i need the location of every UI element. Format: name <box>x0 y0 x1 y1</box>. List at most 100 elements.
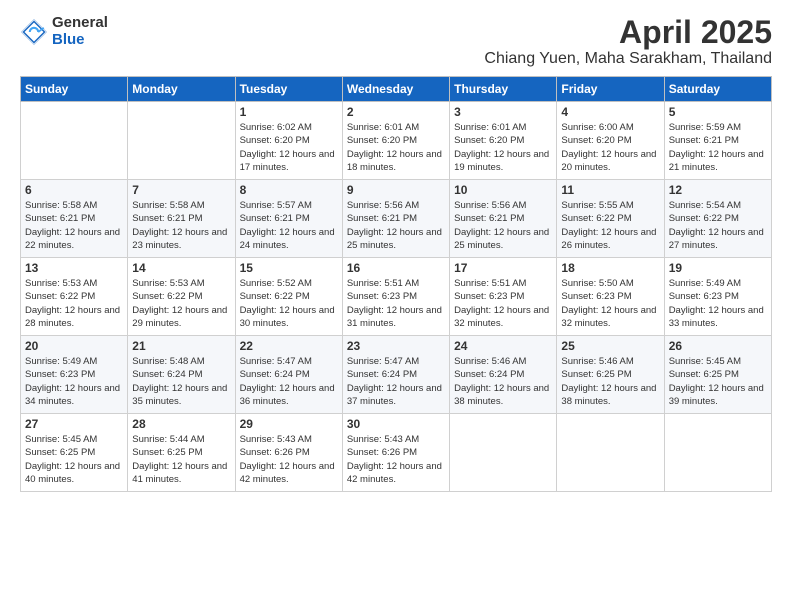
day-info: Sunrise: 5:44 AMSunset: 6:25 PMDaylight:… <box>132 433 230 486</box>
day-number: 3 <box>454 105 552 119</box>
calendar-cell: 23 Sunrise: 5:47 AMSunset: 6:24 PMDayligh… <box>342 336 449 414</box>
day-info: Sunrise: 5:43 AMSunset: 6:26 PMDaylight:… <box>240 433 338 486</box>
calendar-cell: 15Sunrise: 5:52 AMSunset: 6:22 PMDayligh… <box>235 258 342 336</box>
day-info: Sunrise: 5:56 AMSunset: 6:21 PMDaylight:… <box>347 199 445 252</box>
col-header-saturday: Saturday <box>664 77 771 102</box>
calendar-cell: 27 Sunrise: 5:45 AMSunset: 6:25 PMDayligh… <box>21 414 128 492</box>
day-info: Sunrise: 5:53 AMSunset: 6:22 PMDaylight:… <box>25 277 123 330</box>
day-info: Sunrise: 5:59 AMSunset: 6:21 PMDaylight:… <box>669 121 767 174</box>
week-row-5: 27 Sunrise: 5:45 AMSunset: 6:25 PMDayligh… <box>21 414 772 492</box>
day-number: 28 <box>132 417 230 431</box>
day-info: Sunrise: 5:54 AMSunset: 6:22 PMDaylight:… <box>669 199 767 252</box>
calendar-cell <box>664 414 771 492</box>
week-row-2: 6 Sunrise: 5:58 AMSunset: 6:21 PMDaylight… <box>21 180 772 258</box>
day-info: Sunrise: 5:47 AMSunset: 6:24 PMDaylight:… <box>347 355 445 408</box>
day-info: Sunrise: 6:01 AMSunset: 6:20 PMDaylight:… <box>454 121 552 174</box>
day-number: 18 <box>561 261 659 275</box>
calendar-cell: 14Sunrise: 5:53 AMSunset: 6:22 PMDayligh… <box>128 258 235 336</box>
calendar-cell <box>128 102 235 180</box>
calendar-cell: 29 Sunrise: 5:43 AMSunset: 6:26 PMDayligh… <box>235 414 342 492</box>
col-header-tuesday: Tuesday <box>235 77 342 102</box>
calendar-cell: 1Sunrise: 6:02 AMSunset: 6:20 PMDaylight… <box>235 102 342 180</box>
day-info: Sunrise: 5:56 AMSunset: 6:21 PMDaylight:… <box>454 199 552 252</box>
day-number: 27 <box>25 417 123 431</box>
week-row-1: 1Sunrise: 6:02 AMSunset: 6:20 PMDaylight… <box>21 102 772 180</box>
day-number: 4 <box>561 105 659 119</box>
calendar-cell: 3 Sunrise: 6:01 AMSunset: 6:20 PMDaylight… <box>450 102 557 180</box>
day-info: Sunrise: 5:53 AMSunset: 6:22 PMDaylight:… <box>132 277 230 330</box>
page: General Blue April 2025 Chiang Yuen, Mah… <box>0 0 792 612</box>
day-number: 21 <box>132 339 230 353</box>
week-row-3: 13 Sunrise: 5:53 AMSunset: 6:22 PMDayligh… <box>21 258 772 336</box>
day-info: Sunrise: 5:47 AMSunset: 6:24 PMDaylight:… <box>240 355 338 408</box>
day-number: 8 <box>240 183 338 197</box>
calendar-cell: 5 Sunrise: 5:59 AMSunset: 6:21 PMDaylight… <box>664 102 771 180</box>
calendar-cell: 22 Sunrise: 5:47 AMSunset: 6:24 PMDayligh… <box>235 336 342 414</box>
day-number: 20 <box>25 339 123 353</box>
logo-general-text: General <box>52 15 108 32</box>
day-number: 13 <box>25 261 123 275</box>
day-number: 22 <box>240 339 338 353</box>
col-header-wednesday: Wednesday <box>342 77 449 102</box>
calendar-cell: 28 Sunrise: 5:44 AMSunset: 6:25 PMDayligh… <box>128 414 235 492</box>
day-number: 9 <box>347 183 445 197</box>
calendar-cell: 6 Sunrise: 5:58 AMSunset: 6:21 PMDaylight… <box>21 180 128 258</box>
calendar-cell: 19Sunrise: 5:49 AMSunset: 6:23 PMDayligh… <box>664 258 771 336</box>
calendar-cell <box>557 414 664 492</box>
day-info: Sunrise: 5:55 AMSunset: 6:22 PMDaylight:… <box>561 199 659 252</box>
location-title: Chiang Yuen, Maha Sarakham, Thailand <box>484 50 772 68</box>
calendar-cell: 17Sunrise: 5:51 AMSunset: 6:23 PMDayligh… <box>450 258 557 336</box>
day-number: 26 <box>669 339 767 353</box>
week-row-4: 20 Sunrise: 5:49 AMSunset: 6:23 PMDayligh… <box>21 336 772 414</box>
day-number: 19 <box>669 261 767 275</box>
logo-icon <box>20 18 48 46</box>
day-number: 10 <box>454 183 552 197</box>
col-header-monday: Monday <box>128 77 235 102</box>
calendar-cell: 9 Sunrise: 5:56 AMSunset: 6:21 PMDaylight… <box>342 180 449 258</box>
calendar-cell <box>21 102 128 180</box>
day-number: 15 <box>240 261 338 275</box>
day-number: 30 <box>347 417 445 431</box>
calendar-cell: 12 Sunrise: 5:54 AMSunset: 6:22 PMDayligh… <box>664 180 771 258</box>
day-number: 6 <box>25 183 123 197</box>
logo: General Blue <box>20 15 108 48</box>
day-number: 24 <box>454 339 552 353</box>
calendar-cell: 13 Sunrise: 5:53 AMSunset: 6:22 PMDayligh… <box>21 258 128 336</box>
day-info: Sunrise: 5:49 AMSunset: 6:23 PMDaylight:… <box>25 355 123 408</box>
calendar-cell: 20 Sunrise: 5:49 AMSunset: 6:23 PMDayligh… <box>21 336 128 414</box>
day-number: 29 <box>240 417 338 431</box>
day-info: Sunrise: 5:45 AMSunset: 6:25 PMDaylight:… <box>25 433 123 486</box>
calendar-cell: 18Sunrise: 5:50 AMSunset: 6:23 PMDayligh… <box>557 258 664 336</box>
day-info: Sunrise: 5:46 AMSunset: 6:25 PMDaylight:… <box>561 355 659 408</box>
calendar-cell: 30 Sunrise: 5:43 AMSunset: 6:26 PMDayligh… <box>342 414 449 492</box>
logo-blue-text: Blue <box>52 32 108 49</box>
day-info: Sunrise: 5:58 AMSunset: 6:21 PMDaylight:… <box>132 199 230 252</box>
day-number: 5 <box>669 105 767 119</box>
calendar-cell: 2Sunrise: 6:01 AMSunset: 6:20 PMDaylight… <box>342 102 449 180</box>
title-block: April 2025 Chiang Yuen, Maha Sarakham, T… <box>484 15 772 68</box>
day-info: Sunrise: 5:51 AMSunset: 6:23 PMDaylight:… <box>454 277 552 330</box>
day-info: Sunrise: 5:51 AMSunset: 6:23 PMDaylight:… <box>347 277 445 330</box>
header-row: SundayMondayTuesdayWednesdayThursdayFrid… <box>21 77 772 102</box>
day-info: Sunrise: 6:02 AMSunset: 6:20 PMDaylight:… <box>240 121 338 174</box>
calendar-cell: 11 Sunrise: 5:55 AMSunset: 6:22 PMDayligh… <box>557 180 664 258</box>
calendar-cell: 25 Sunrise: 5:46 AMSunset: 6:25 PMDayligh… <box>557 336 664 414</box>
day-info: Sunrise: 5:48 AMSunset: 6:24 PMDaylight:… <box>132 355 230 408</box>
day-number: 12 <box>669 183 767 197</box>
calendar-cell: 16 Sunrise: 5:51 AMSunset: 6:23 PMDayligh… <box>342 258 449 336</box>
header: General Blue April 2025 Chiang Yuen, Mah… <box>20 15 772 68</box>
calendar-cell: 4 Sunrise: 6:00 AMSunset: 6:20 PMDaylight… <box>557 102 664 180</box>
col-header-thursday: Thursday <box>450 77 557 102</box>
calendar-cell: 10 Sunrise: 5:56 AMSunset: 6:21 PMDayligh… <box>450 180 557 258</box>
calendar-table: SundayMondayTuesdayWednesdayThursdayFrid… <box>20 76 772 492</box>
day-info: Sunrise: 5:58 AMSunset: 6:21 PMDaylight:… <box>25 199 123 252</box>
day-number: 16 <box>347 261 445 275</box>
day-number: 23 <box>347 339 445 353</box>
calendar-cell: 24Sunrise: 5:46 AMSunset: 6:24 PMDayligh… <box>450 336 557 414</box>
day-number: 11 <box>561 183 659 197</box>
day-number: 25 <box>561 339 659 353</box>
day-number: 7 <box>132 183 230 197</box>
day-info: Sunrise: 6:00 AMSunset: 6:20 PMDaylight:… <box>561 121 659 174</box>
calendar-cell: 8Sunrise: 5:57 AMSunset: 6:21 PMDaylight… <box>235 180 342 258</box>
day-info: Sunrise: 5:43 AMSunset: 6:26 PMDaylight:… <box>347 433 445 486</box>
